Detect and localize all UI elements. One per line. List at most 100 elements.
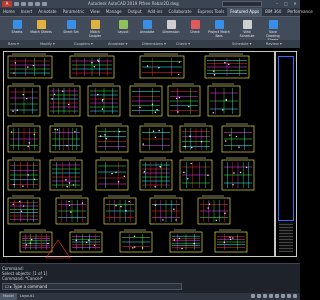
command-input[interactable]: ☐ ▸ Type a command xyxy=(2,283,182,290)
tab-express-tools[interactable]: Express Tools xyxy=(195,8,228,16)
bar-dot xyxy=(25,244,28,246)
bar-dot xyxy=(183,171,185,174)
bar-dot xyxy=(54,128,56,131)
command-history: Command: Select objects: [1 of 1] Comman… xyxy=(2,266,48,281)
save-drawing-sheets-button[interactable]: Save Drawing Sheets xyxy=(262,20,284,42)
check-button[interactable]: Check xyxy=(184,20,206,34)
check-icon xyxy=(190,20,200,29)
close-button[interactable]: ✕ xyxy=(292,1,298,6)
snap-icon[interactable] xyxy=(257,294,261,298)
tab-insert[interactable]: Insert xyxy=(18,8,35,16)
dimension-button[interactable]: Dimension xyxy=(160,20,182,34)
bar-dot xyxy=(16,109,18,111)
detail-frame xyxy=(7,55,53,79)
panel-review-[interactable]: Review ▾ xyxy=(266,40,282,48)
save-icon[interactable] xyxy=(28,2,33,6)
bar-dot xyxy=(239,171,242,174)
bar-dot xyxy=(178,61,181,63)
tab-collaborate[interactable]: Collaborate xyxy=(166,8,195,16)
bar-dot xyxy=(22,185,24,187)
polar-icon[interactable] xyxy=(269,294,273,298)
title-block-stamp xyxy=(279,222,293,252)
panel-couplers-[interactable]: Couplers ▾ xyxy=(74,40,93,48)
bar-dot xyxy=(132,247,134,249)
application-menu-button[interactable]: A xyxy=(2,1,12,7)
bar-dot xyxy=(22,205,25,207)
view-schedule-button[interactable]: View Schedule xyxy=(236,20,258,38)
title-bar: A Autodesk AutoCAD 2019 Ptfree Rebar2D.d… xyxy=(0,0,300,8)
panel-dimensions-[interactable]: Dimensions ▾ xyxy=(142,40,166,48)
bar-dot xyxy=(93,66,95,68)
layout-button[interactable]: Layout xyxy=(112,20,134,34)
sheet-set-button[interactable]: Sheet Set xyxy=(60,20,82,34)
panel-check-[interactable]: Check ▾ xyxy=(176,40,190,48)
bar-dot xyxy=(33,133,36,135)
annotate-icon xyxy=(142,20,152,29)
bar-dot xyxy=(10,131,13,133)
bar-dot xyxy=(213,74,216,76)
bar-dot xyxy=(223,241,226,244)
bar-dot xyxy=(133,235,136,237)
new-file-icon[interactable] xyxy=(14,2,19,6)
project-match-bars-button[interactable]: Project Match Bars xyxy=(208,20,230,38)
help-search-input[interactable] xyxy=(222,1,262,7)
tab-home[interactable]: Home xyxy=(0,8,18,16)
osnap-icon[interactable] xyxy=(275,294,279,298)
tab-bim-360[interactable]: BIM 360 xyxy=(262,8,284,16)
ortho-icon[interactable] xyxy=(263,294,267,298)
window-title: Autodesk AutoCAD 2019 Ptfree Rebar2D.dwg xyxy=(88,1,179,6)
tab-parametric[interactable]: Parametric xyxy=(60,8,88,16)
dimension-icon xyxy=(166,20,176,29)
ribbon-button-label: Match Coupler xyxy=(88,30,102,38)
tab-featured-apps[interactable]: Featured Apps xyxy=(227,8,263,16)
bar-dot xyxy=(91,62,93,64)
undo-icon[interactable] xyxy=(35,2,40,6)
bar-dot xyxy=(189,135,191,137)
workspace-icon[interactable] xyxy=(287,294,291,298)
layout-tab-model[interactable]: Model xyxy=(0,293,17,300)
bar-dot xyxy=(65,179,67,181)
maximize-button[interactable]: □ xyxy=(283,1,289,6)
quick-access-toolbar xyxy=(14,0,47,8)
layout-tab-layout1[interactable]: Layout1 xyxy=(17,293,38,300)
ribbon-button-label: Sheets xyxy=(11,30,23,34)
bar-dot xyxy=(12,110,14,112)
annotation-scale-icon[interactable] xyxy=(281,294,285,298)
redo-icon[interactable] xyxy=(42,2,47,6)
annotate-button[interactable]: Annotate xyxy=(136,20,158,34)
customize-icon[interactable] xyxy=(293,294,297,298)
bar-dot xyxy=(123,175,125,178)
tab-performance[interactable]: Performance xyxy=(284,8,315,16)
sheets-button[interactable]: Sheets xyxy=(6,20,28,34)
match-coupler-button[interactable]: Match Coupler xyxy=(84,20,106,38)
detail-frame xyxy=(95,125,129,153)
panel-modify-[interactable]: Modify ▾ xyxy=(40,40,55,48)
drawing-canvas[interactable] xyxy=(0,48,300,263)
panel-annotate-[interactable]: Annotate ▾ xyxy=(108,40,127,48)
tab-manage[interactable]: Manage xyxy=(103,8,125,16)
bar-dot xyxy=(68,204,71,207)
bar-dot xyxy=(30,238,33,241)
minimize-button[interactable]: – xyxy=(274,1,280,6)
tab-add-ins[interactable]: Add-ins xyxy=(145,8,166,16)
open-file-icon[interactable] xyxy=(21,2,26,6)
ribbon-button-label: Annotate xyxy=(139,30,155,34)
bar-dot xyxy=(22,93,24,96)
tab-output[interactable]: Output xyxy=(125,8,145,16)
bar-dot xyxy=(193,242,195,245)
bar-dot xyxy=(159,166,162,168)
tab-annotate[interactable]: Annotate xyxy=(35,8,59,16)
panel-schedule-[interactable]: Schedule ▾ xyxy=(232,40,251,48)
bar-dot xyxy=(154,111,157,113)
match-sheets-button[interactable]: Match Sheets xyxy=(30,20,52,34)
ribbon-tab-bar: Home Insert Annotate Parametric View Manage Ou… xyxy=(0,8,313,16)
panel-bars-[interactable]: Bars ▾ xyxy=(8,40,19,48)
detail-frame xyxy=(49,159,83,191)
bar-dot xyxy=(97,60,100,63)
bar-dot xyxy=(233,172,235,174)
bar-dot xyxy=(187,178,189,180)
tab-view[interactable]: View xyxy=(87,8,103,16)
bar-dot xyxy=(28,142,31,144)
bar-dot xyxy=(175,97,178,100)
grid-icon[interactable] xyxy=(251,294,255,298)
